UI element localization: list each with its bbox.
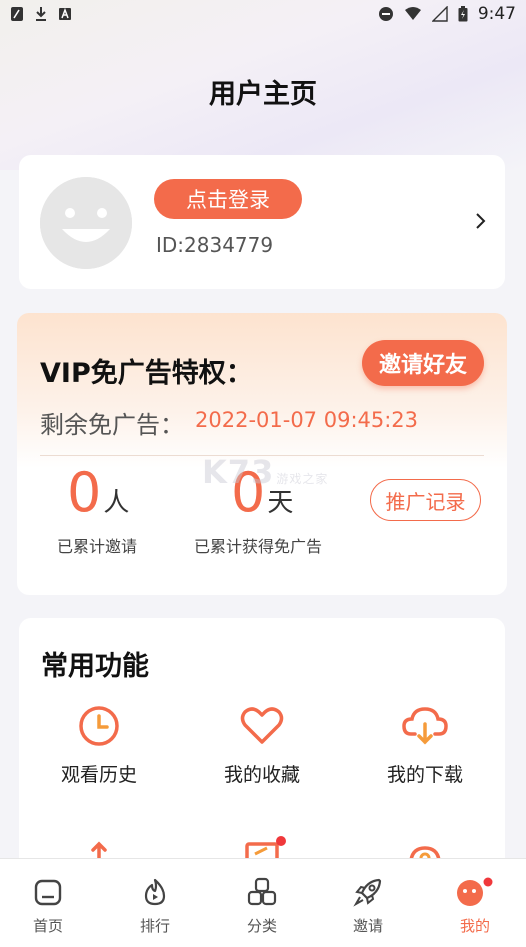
function-label: 我的下载 <box>386 764 463 786</box>
app-a-icon <box>59 7 71 20</box>
watermark-brand: K73 <box>202 453 275 491</box>
upload-arrow-icon[interactable] <box>89 840 109 860</box>
chevron-right-icon[interactable] <box>475 211 487 231</box>
tab-ranking[interactable]: 排行 <box>110 877 200 936</box>
remain-ad-free-time: 2022-01-07 09:45:23 <box>195 408 419 432</box>
function-label: 观看历史 <box>60 764 137 786</box>
dnd-icon <box>378 7 393 21</box>
download-icon <box>36 7 46 21</box>
fire-icon <box>144 878 166 906</box>
function-label: 我的收藏 <box>223 764 300 786</box>
tab-label: 我的 <box>459 917 490 935</box>
bottom-tab-bar: 首页 排行 分类 邀请 我的 <box>0 858 526 947</box>
home-icon <box>34 879 62 906</box>
tab-category[interactable]: 分类 <box>217 877 307 936</box>
tab-mine[interactable]: 我的 <box>430 877 520 936</box>
profile-card[interactable]: 点击登录 ID:2834779 <box>19 155 505 289</box>
wifi-icon <box>404 7 421 20</box>
remain-ad-free-label: 剩余免广告： <box>40 411 184 439</box>
status-right: 9:47 <box>378 4 516 24</box>
watermark-logo: K73 游戏之家 <box>202 453 328 491</box>
watermark-sub: 游戏之家 <box>276 472 329 486</box>
edit-note-icon[interactable] <box>243 834 291 860</box>
vip-title: VIP免广告特权： <box>40 358 253 389</box>
status-time: 9:47 <box>477 4 516 24</box>
heart-icon <box>240 707 284 744</box>
tab-label: 首页 <box>32 917 63 935</box>
promotion-record-button[interactable]: 推广记录 <box>370 479 481 521</box>
vip-card: VIP免广告特权： 邀请好友 剩余免广告： 2022-01-07 09:45:2… <box>17 313 507 595</box>
signal-icon <box>431 6 448 22</box>
tab-label: 邀请 <box>352 917 383 935</box>
default-avatar-face-icon <box>40 177 132 269</box>
days-label: 已累计获得免广告 <box>194 537 323 556</box>
invited-stat: 0人 <box>67 461 129 524</box>
invited-count: 0 <box>67 461 102 524</box>
status-bar: 9:47 <box>0 0 526 28</box>
tab-invite[interactable]: 邀请 <box>323 877 413 936</box>
notification-app-icon <box>11 7 23 21</box>
functions-title: 常用功能 <box>41 651 149 682</box>
status-left <box>10 6 72 22</box>
tab-label: 排行 <box>139 917 170 935</box>
rocket-icon <box>353 878 382 907</box>
page-title: 用户主页 <box>209 79 317 110</box>
cloud-download-icon <box>402 707 448 745</box>
function-favorites[interactable]: 我的收藏 <box>192 704 332 787</box>
tab-label: 分类 <box>246 917 277 935</box>
profile-face-icon <box>457 877 493 906</box>
clock-icon <box>79 706 119 746</box>
function-history[interactable]: 观看历史 <box>29 704 169 787</box>
invited-unit: 人 <box>103 488 130 518</box>
invite-friends-button[interactable]: 邀请好友 <box>362 340 484 386</box>
avatar[interactable] <box>40 177 132 269</box>
invited-label: 已累计邀请 <box>57 537 138 556</box>
user-id: ID:2834779 <box>156 233 274 257</box>
battery-icon <box>458 6 468 22</box>
function-downloads[interactable]: 我的下载 <box>355 704 495 787</box>
grid-icon <box>247 877 277 906</box>
tab-home[interactable]: 首页 <box>3 877 93 936</box>
login-button[interactable]: 点击登录 <box>154 179 302 219</box>
functions-card: 常用功能 观看历史 我的收藏 我的下载 <box>19 618 505 878</box>
